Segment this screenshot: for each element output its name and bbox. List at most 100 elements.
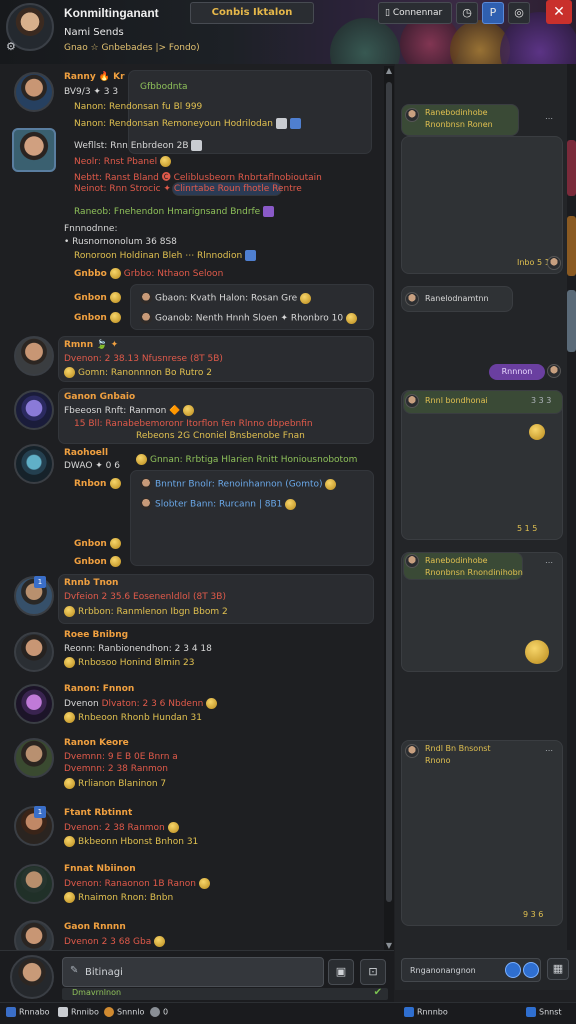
reaction-label: Rnbon <box>74 478 124 489</box>
side-panel: Ranebodinhobe Rnonbnsn Ronen ⋯ Inbo 5 1 … <box>395 64 567 950</box>
message-line: Rebeons 2G Cnoniel Bnsbenobe Fnan <box>136 431 305 441</box>
connect-label: Connennar <box>392 8 443 18</box>
status-label: Dmavrnlnon <box>72 988 122 997</box>
status-bar: Dmavrnlnon ✔ <box>62 987 388 1000</box>
message-line: BV9/3 ✦ 3 3 <box>64 87 119 97</box>
history-icon[interactable]: ◷ <box>456 2 478 24</box>
message-line: Bnntnr Bnolr: Renoinhannon (Gomto) <box>140 478 339 490</box>
grid-icon[interactable]: ▦ <box>547 958 569 980</box>
toggle-icon[interactable] <box>505 962 521 978</box>
message-line: Dvenon: 2 38.13 Nfusnrese (8T 5B) <box>64 354 223 364</box>
menu-icon[interactable]: ⋯ <box>545 114 553 123</box>
edit-icon: ✎ <box>70 965 79 976</box>
menu-icon[interactable]: ⋯ <box>545 558 553 567</box>
side-bubble[interactable] <box>401 740 563 926</box>
side-bubble-sub: Rnonbnsn Rnondinihobn <box>425 568 523 577</box>
message-author: Raohoell <box>64 448 109 458</box>
message-author: Ftant Rbtinnt <box>64 808 133 818</box>
scroll-down-icon[interactable]: ▼ <box>384 941 394 950</box>
message-line: Raneob: Fnehendon Hmarignsand Bndrfe <box>74 206 277 217</box>
message-line: Fnnnodnne: <box>64 224 118 234</box>
side-pill[interactable]: Rnnnon <box>489 364 545 380</box>
message-line: Rnaimon Rnon: Bnbn <box>64 892 173 903</box>
message-line: Goanob: Nenth Hnnh Sloen ✦ Rhonbro 10 <box>140 312 360 324</box>
message-line: Rrlianon Blaninon 7 <box>64 778 166 789</box>
avatar[interactable] <box>10 955 54 999</box>
avatar[interactable] <box>14 336 54 376</box>
message-line: Rnbeoon Rhonb Hundan 31 <box>64 712 202 723</box>
footer-item[interactable]: 0 <box>150 1007 168 1017</box>
message-line: Ronoroon Holdinan Bleh ⋯ Rlnnodion <box>74 250 259 261</box>
connect-button[interactable]: ▯ Connennar <box>378 2 452 24</box>
message-input[interactable] <box>62 957 324 987</box>
active-tab[interactable]: Conbis Iktalon <box>190 2 314 24</box>
toggle-icon[interactable] <box>523 962 539 978</box>
image-icon: ▣ <box>335 965 347 978</box>
ring-icon[interactable]: ◎ <box>508 2 530 24</box>
message-author: Ranny 🔥 Kr <box>64 72 125 82</box>
coin-icon <box>300 292 312 304</box>
avatar[interactable] <box>14 684 54 724</box>
profile-avatar[interactable]: ⚙ <box>6 3 54 53</box>
check-icon: ✔ <box>373 987 382 998</box>
side-bubble-time: 9 3 6 <box>523 910 544 919</box>
footer-item[interactable]: Rnnibo <box>58 1007 99 1017</box>
message-line: DWAO ✦ 0 6 <box>64 461 120 471</box>
footer-item[interactable]: Snnnlo <box>104 1007 144 1017</box>
message-line: Dvemnn: 9 E B 0E Bnrn a <box>64 752 178 762</box>
avatar[interactable] <box>14 632 54 672</box>
chat-icon <box>191 140 203 151</box>
message-line: Reonn: Ranbionendhon: 2 3 4 18 <box>64 644 212 654</box>
app-title: Konmiltinganant <box>64 6 159 20</box>
avatar[interactable] <box>14 738 54 778</box>
message-line: Nanon: Rendonsan fu Bl 999 <box>74 102 203 112</box>
avatar[interactable] <box>14 390 54 430</box>
chat-icon <box>526 1007 536 1017</box>
side-bubble-time: 5 1 5 <box>517 524 538 533</box>
message-line: Gbaon: Kvath Halon: Rosan Gre <box>140 292 314 304</box>
message-author: Rnnb Tnon <box>64 578 119 588</box>
message-author: Ganon Gnbaio <box>64 392 136 402</box>
message-line: • Rusnornonolum 36 8S8 <box>64 237 177 247</box>
scroll-up-icon[interactable]: ▲ <box>384 66 394 75</box>
avatar <box>405 744 419 758</box>
side-bubble-title: Ranebodinhobe <box>425 556 488 565</box>
avatar[interactable] <box>12 128 56 172</box>
avatar <box>405 292 419 306</box>
scroll-thumb[interactable] <box>386 82 392 902</box>
footer-item[interactable]: Rnnnbo <box>404 1007 448 1017</box>
message-line: Dvenon: Ranaonon 1B Ranon <box>64 878 213 889</box>
message-line: Dvenon Dlvaton: 2 3 6 Nbdenn <box>64 698 220 709</box>
avatar <box>405 554 419 568</box>
settings-icon <box>150 1007 160 1017</box>
avatar[interactable] <box>14 920 54 950</box>
avatar[interactable] <box>14 864 54 904</box>
gear-icon[interactable]: ⚙ <box>6 40 16 53</box>
menu-icon[interactable]: ⋯ <box>545 746 553 755</box>
coin-icon <box>345 312 357 324</box>
footer-item[interactable]: Rnnabo <box>6 1007 50 1017</box>
reaction-label: Gnbon <box>74 292 124 303</box>
message-line: Gnbbo Grbbo: Nthaon Seloon <box>74 268 224 279</box>
message-line: Gnnan: Rrbtiga Hlarien Rnitt Honiousnobo… <box>136 454 357 465</box>
send-button[interactable]: ⊡ <box>360 959 386 985</box>
attach-button[interactable]: ▣ <box>328 959 354 985</box>
avatar <box>547 256 561 270</box>
link-icon <box>275 118 287 129</box>
pin-icon[interactable]: P <box>482 2 504 24</box>
message-line: Rrbbon: Ranmlenon Ibgn Bbom 2 <box>64 606 228 617</box>
banner-art <box>330 18 400 64</box>
coin-icon <box>529 424 545 440</box>
message-line: Wefllst: Rnn Enbrdeon 2B <box>74 140 205 151</box>
link-icon <box>289 118 301 129</box>
avatar[interactable] <box>14 72 54 112</box>
close-button[interactable]: ✕ <box>546 0 572 24</box>
message-author: Rmnn 🍃 ✦ <box>64 340 119 350</box>
doc-icon <box>58 1007 68 1017</box>
avatar <box>405 108 419 122</box>
footer-item[interactable]: Snnst <box>526 1007 562 1017</box>
message-line: Dvenon: 2 38 Ranmon <box>64 822 182 833</box>
notification-badge: 1 <box>34 806 46 818</box>
feed-scrollbar[interactable]: ▲ ▼ <box>384 66 394 950</box>
avatar[interactable] <box>14 444 54 484</box>
